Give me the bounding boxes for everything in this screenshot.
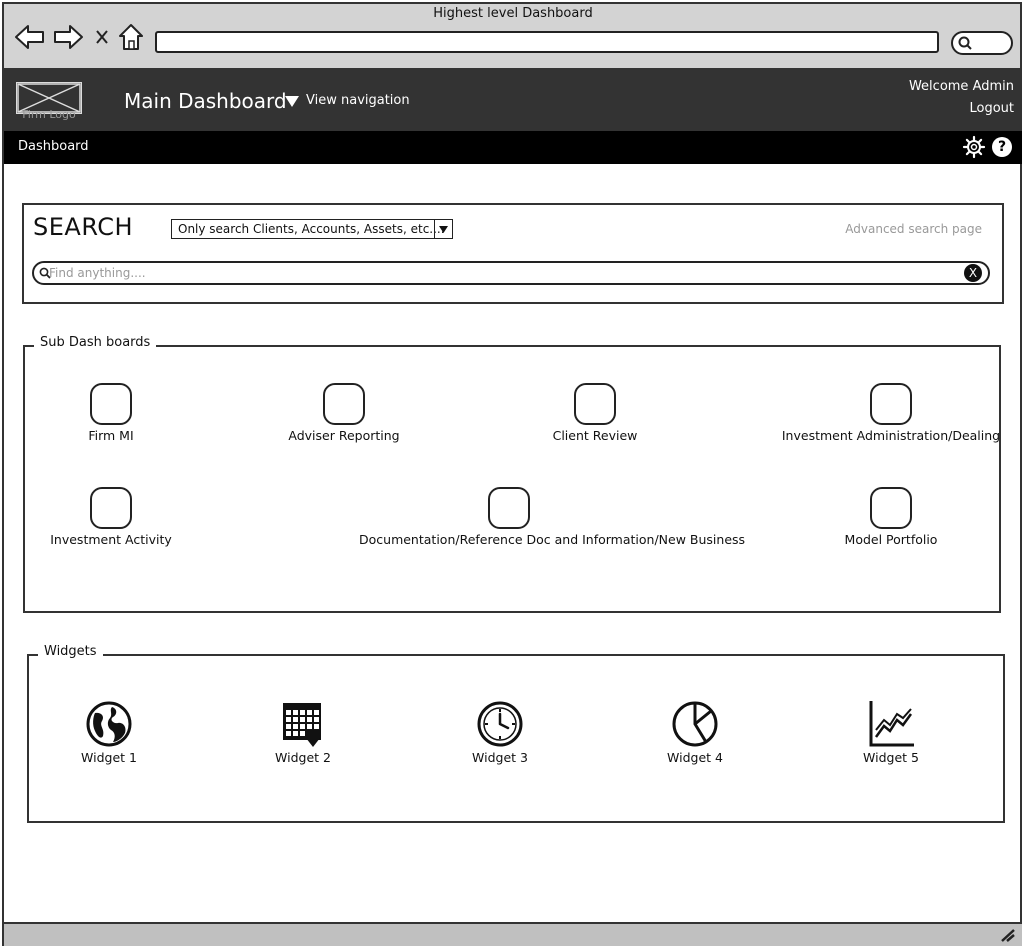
browser-search-field[interactable]	[951, 31, 1013, 55]
subdashboard-label: Investment Administration/Dealing	[781, 428, 1001, 443]
widget-2[interactable]: Widget 2	[243, 700, 363, 765]
search-icon	[958, 36, 972, 50]
widget-5[interactable]: Widget 5	[831, 700, 951, 765]
widgets-legend: Widgets	[38, 644, 103, 659]
calendar-icon	[283, 703, 321, 747]
breadcrumb-bar	[4, 131, 1022, 164]
logo-label: Firm Logo	[22, 108, 76, 121]
window-title: Highest level Dashboard	[433, 6, 593, 21]
subdashboard-icon	[323, 383, 365, 425]
search-box: X	[32, 261, 990, 285]
widget-4[interactable]: Widget 4	[635, 700, 755, 765]
subdashboard-label: Documentation/Reference Doc and Informat…	[359, 532, 746, 547]
view-navigation-dropdown[interactable]: View navigation	[285, 93, 410, 108]
subdashboard-icon	[870, 487, 912, 529]
subdashboard-investment-activity[interactable]: Investment Activity	[0, 487, 261, 547]
line-chart-icon	[869, 701, 914, 747]
breadcrumb[interactable]: Dashboard	[18, 139, 89, 154]
close-icon[interactable]	[94, 22, 110, 52]
subdashboard-documentation[interactable]: Documentation/Reference Doc and Informat…	[359, 487, 746, 547]
search-panel	[22, 203, 1004, 304]
status-bar	[4, 922, 1022, 946]
subdashboard-icon	[488, 487, 530, 529]
home-icon[interactable]	[117, 22, 145, 52]
clear-search-button[interactable]: X	[964, 264, 982, 282]
globe-icon	[86, 701, 132, 747]
subdashboard-icon	[870, 383, 912, 425]
resize-handle-icon[interactable]	[1000, 928, 1016, 942]
search-input[interactable]	[49, 264, 949, 282]
advanced-search-link[interactable]: Advanced search page	[820, 222, 982, 236]
subdashboard-icon	[90, 487, 132, 529]
widget-1[interactable]: Widget 1	[49, 700, 169, 765]
help-button[interactable]: ?	[992, 137, 1012, 157]
logout-link[interactable]: Logout	[969, 101, 1014, 116]
subdashboard-icon	[90, 383, 132, 425]
search-title: SEARCH	[33, 213, 134, 241]
widget-label: Widget 2	[275, 750, 331, 765]
pie-chart-icon	[672, 701, 718, 747]
page-title: Main Dashboard	[124, 89, 287, 113]
subdashboard-icon	[574, 383, 616, 425]
subdashboard-investment-administration[interactable]: Investment Administration/Dealing	[741, 383, 1026, 443]
subdashboard-label: Model Portfolio	[844, 532, 938, 547]
url-input[interactable]	[155, 31, 939, 53]
arrow-left-icon[interactable]	[14, 22, 46, 52]
widget-label: Widget 5	[863, 750, 919, 765]
subdashboard-label: Investment Activity	[50, 532, 172, 547]
caret-down-icon	[285, 95, 299, 107]
subdashboard-client-review[interactable]: Client Review	[445, 383, 745, 443]
welcome-text: Welcome Admin	[908, 79, 1014, 94]
search-scope-select[interactable]: Only search Clients, Accounts, Assets, e…	[171, 219, 453, 239]
clock-icon	[477, 701, 523, 747]
widget-3[interactable]: Widget 3	[440, 700, 560, 765]
subdashboard-label: Client Review	[552, 428, 638, 443]
widget-label: Widget 4	[667, 750, 723, 765]
view-navigation-label: View navigation	[306, 93, 410, 108]
arrow-right-icon[interactable]	[52, 22, 84, 52]
gear-icon[interactable]	[962, 135, 986, 159]
search-scope-value: Only search Clients, Accounts, Assets, e…	[178, 222, 445, 236]
widget-label: Widget 3	[472, 750, 528, 765]
widget-label: Widget 1	[81, 750, 137, 765]
subdashboard-model-portfolio[interactable]: Model Portfolio	[741, 487, 1026, 547]
subdashboards-legend: Sub Dash boards	[34, 335, 157, 350]
chevron-down-icon	[434, 220, 448, 238]
